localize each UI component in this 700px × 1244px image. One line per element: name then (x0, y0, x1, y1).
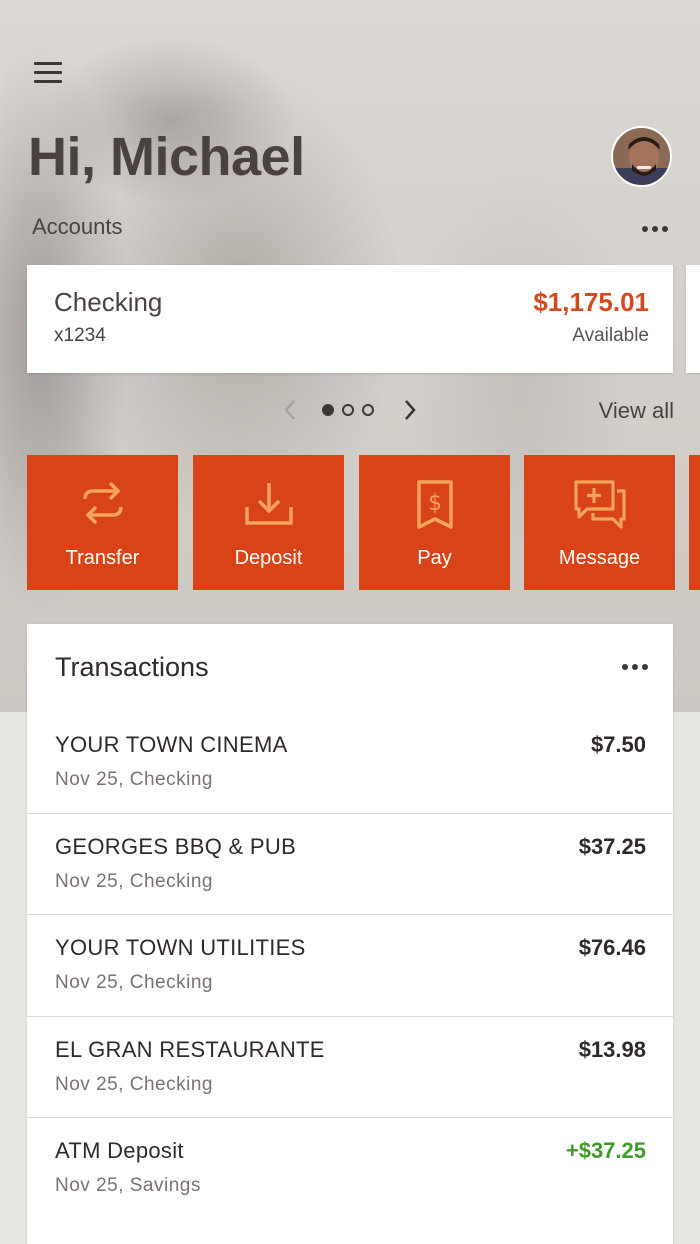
table-row[interactable]: ATM Deposit Nov 25, Savings +$37.25 (27, 1118, 673, 1220)
view-all-link[interactable]: View all (599, 398, 674, 424)
carousel-dot-1[interactable] (322, 404, 334, 416)
transaction-merchant: YOUR TOWN UTILITIES (55, 935, 306, 960)
transaction-merchant: GEORGES BBQ & PUB (55, 833, 297, 859)
pay-label: Pay (417, 547, 452, 569)
transaction-details: Nov 25, Checking (55, 870, 213, 892)
transaction-details: Nov 25, Checking (55, 972, 213, 993)
transactions-card: Transactions YOUR TOWN CINEMA Nov 25, Ch… (27, 624, 673, 1244)
deposit-button[interactable]: Deposit (193, 455, 344, 590)
transaction-details: Nov 25, Savings (55, 1175, 201, 1196)
transaction-amount: $7.50 (590, 732, 646, 757)
carousel-dot-2[interactable] (342, 404, 354, 416)
transaction-amount: $13.98 (578, 1036, 646, 1062)
message-button[interactable]: Message (524, 455, 675, 590)
pay-button[interactable]: $ Pay (359, 455, 510, 590)
chevron-right-icon[interactable] (400, 398, 420, 427)
account-number: x1234 (54, 325, 106, 346)
deposit-icon (243, 479, 295, 532)
accounts-label: Accounts (32, 214, 123, 239)
transaction-details: Nov 25, Checking (55, 769, 213, 790)
transactions-list: YOUR TOWN CINEMA Nov 25, Checking $7.50 … (27, 712, 673, 1220)
table-row[interactable]: YOUR TOWN CINEMA Nov 25, Checking $7.50 (27, 712, 673, 814)
table-row[interactable]: YOUR TOWN UTILITIES Nov 25, Checking $76… (27, 915, 673, 1017)
account-balance: $1,175.01 (533, 287, 649, 317)
account-name: Checking (54, 287, 163, 317)
transaction-merchant: EL GRAN RESTAURANTE (55, 1036, 325, 1062)
account-card-checking[interactable]: Checking x1234 $1,175.01 Available (27, 265, 673, 373)
avatar[interactable] (611, 126, 672, 187)
svg-text:$: $ (428, 491, 442, 516)
transaction-merchant: ATM Deposit (55, 1138, 184, 1163)
carousel-indicator (322, 404, 374, 416)
chevron-left-icon[interactable] (280, 398, 300, 427)
transaction-merchant: YOUR TOWN CINEMA (55, 732, 288, 757)
next-account-card[interactable] (686, 265, 700, 373)
transaction-amount: $76.46 (578, 935, 646, 960)
more-actions-peek[interactable] (689, 455, 700, 590)
table-row[interactable]: GEORGES BBQ & PUB Nov 25, Checking $37.2… (27, 814, 673, 915)
message-icon (573, 479, 627, 536)
transactions-more-icon[interactable] (622, 664, 648, 670)
transaction-amount: +$37.25 (565, 1138, 646, 1163)
accounts-more-icon[interactable] (642, 226, 668, 232)
greeting-title: Hi, Michael (28, 127, 305, 187)
transfer-button[interactable]: Transfer (27, 455, 178, 590)
receipt-icon: $ (415, 479, 455, 536)
carousel-dot-3[interactable] (362, 404, 374, 416)
account-balance-label: Available (572, 325, 649, 346)
table-row[interactable]: EL GRAN RESTAURANTE Nov 25, Checking $13… (27, 1017, 673, 1118)
hamburger-menu-icon[interactable] (34, 62, 62, 86)
transfer-label: Transfer (65, 547, 140, 569)
deposit-label: Deposit (234, 547, 303, 569)
transfer-icon (81, 479, 125, 532)
transaction-details: Nov 25, Checking (55, 1073, 213, 1095)
transactions-title: Transactions (55, 652, 209, 682)
message-label: Message (558, 547, 641, 569)
transaction-amount: $37.25 (578, 833, 646, 859)
